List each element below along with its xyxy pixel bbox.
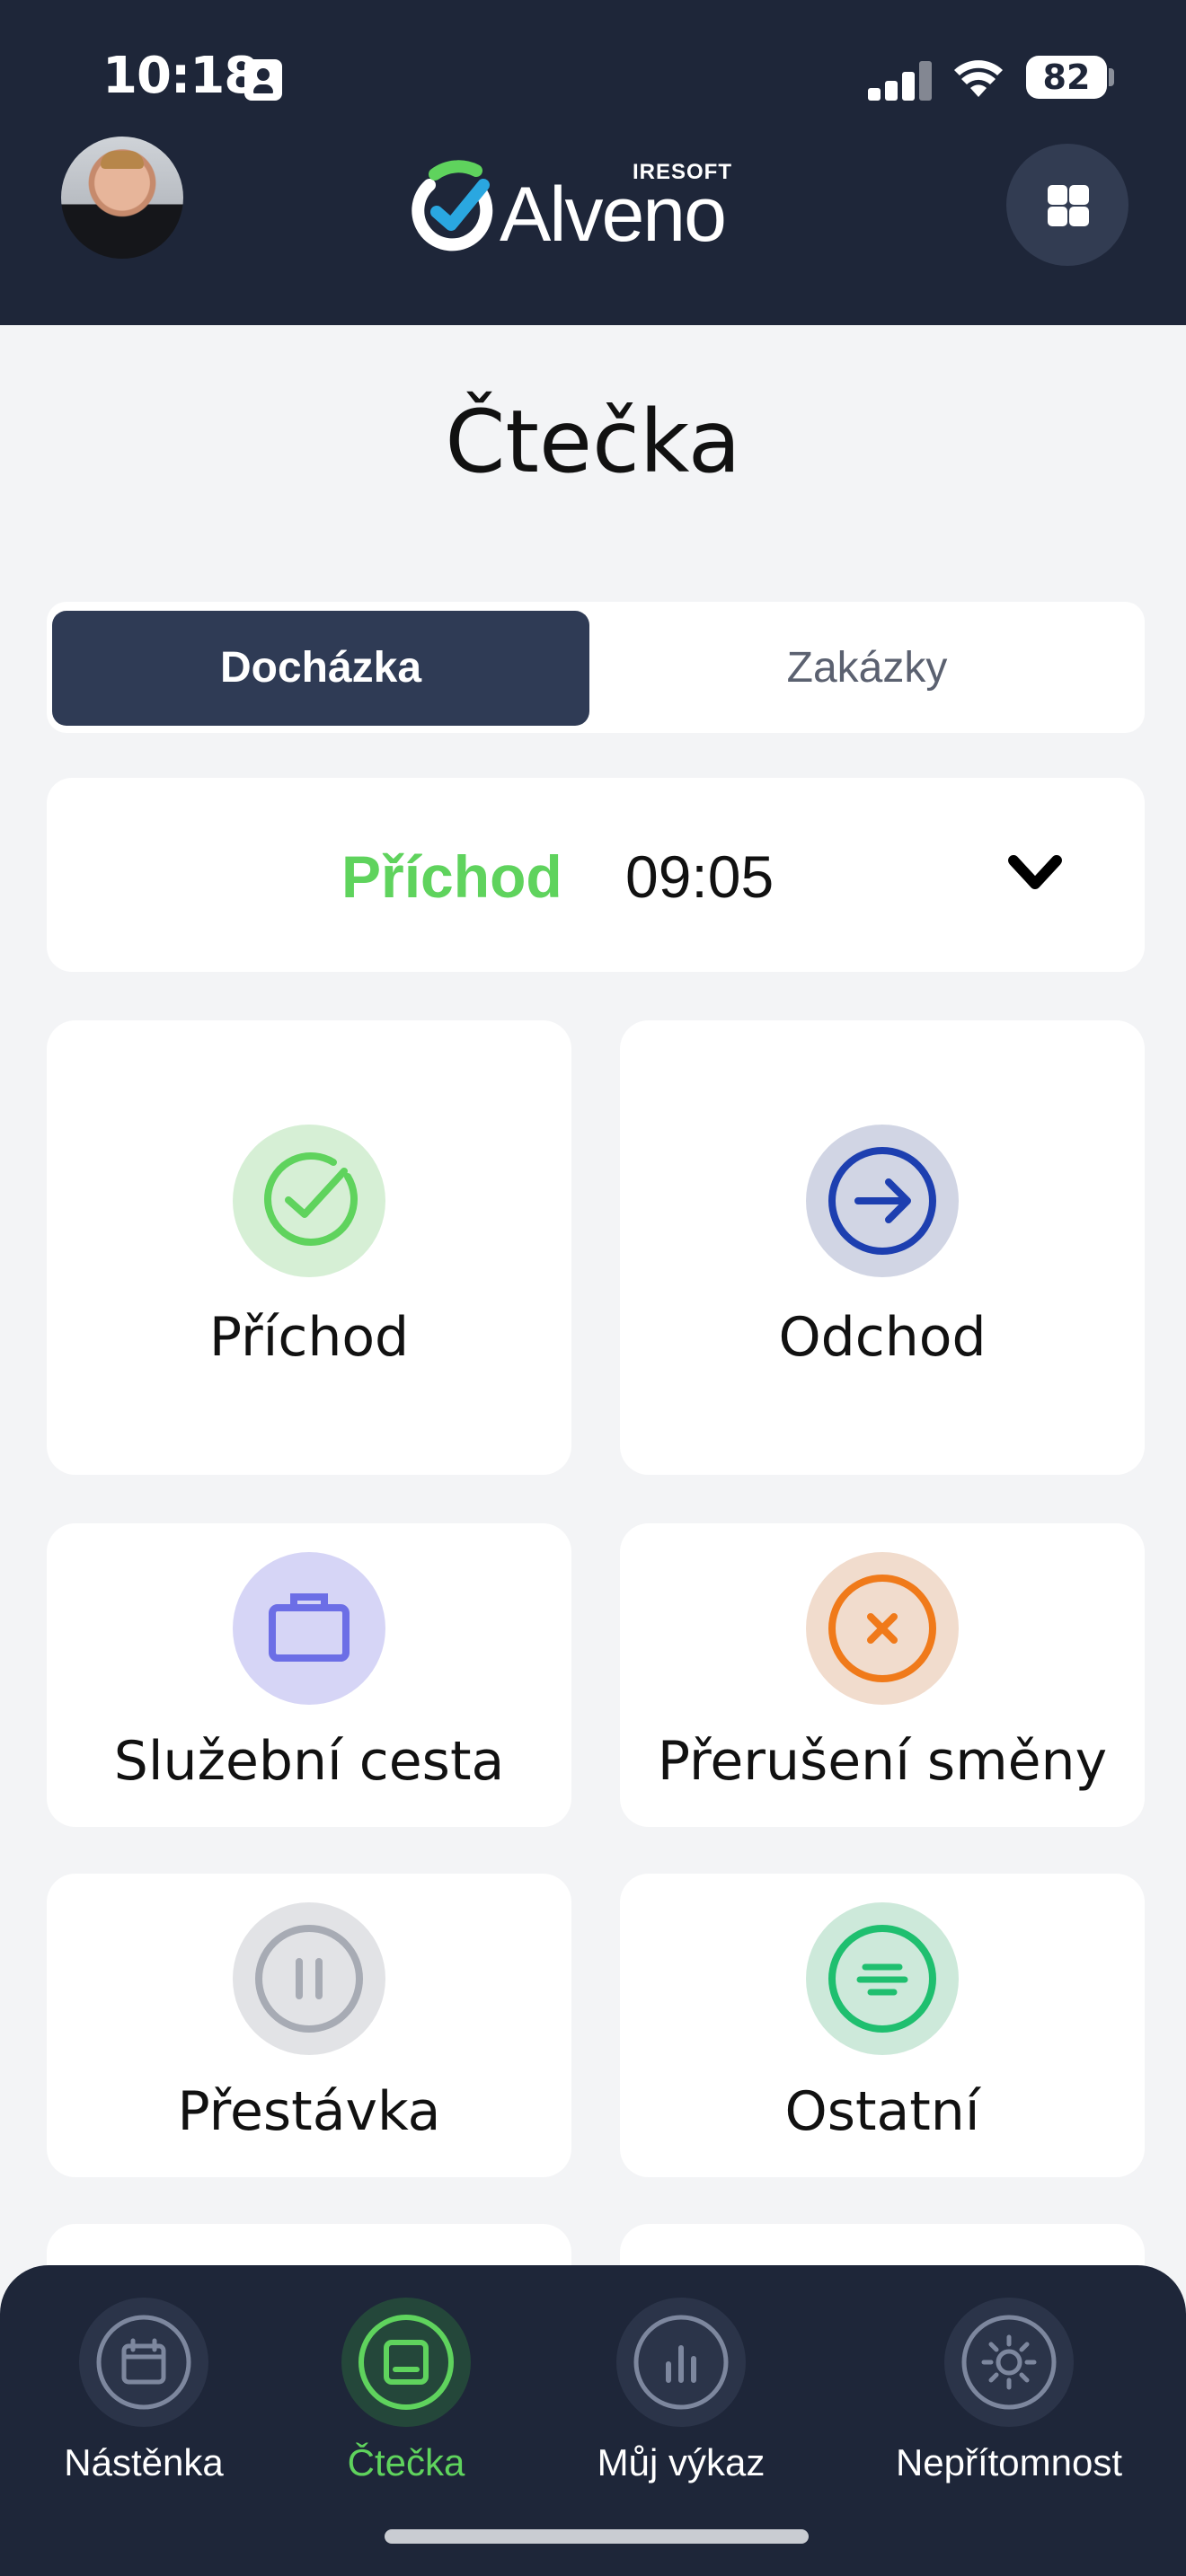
grid-icon-cell bbox=[1069, 185, 1089, 205]
chart-icon bbox=[616, 2298, 746, 2427]
action-card-preruseni-smeny[interactable]: Přerušení směny bbox=[620, 1523, 1145, 1827]
app-header: 10:18 82 IRESOFT Alveno bbox=[0, 0, 1186, 325]
calendar-icon bbox=[79, 2298, 208, 2427]
action-label: Přestávka bbox=[177, 2080, 441, 2143]
pause-icon bbox=[233, 1902, 385, 2055]
tab-bar: Docházka Zakázky bbox=[47, 602, 1145, 733]
reader-icon-svg bbox=[358, 2315, 454, 2410]
apps-menu-button[interactable] bbox=[1006, 144, 1128, 266]
arrow-right-icon bbox=[806, 1125, 959, 1277]
status-time: 10:18 bbox=[102, 47, 259, 105]
check-icon bbox=[233, 1125, 385, 1277]
action-card-sluzebni-cesta[interactable]: Služební cesta bbox=[47, 1523, 571, 1827]
action-card-prestavka[interactable]: Přestávka bbox=[47, 1874, 571, 2177]
status-bar: 10:18 82 bbox=[0, 0, 1186, 135]
action-card-ostatni[interactable]: Ostatní bbox=[620, 1874, 1145, 2177]
close-icon-svg bbox=[828, 1575, 936, 1682]
nav-nastenka[interactable]: Nástěnka bbox=[52, 2298, 235, 2484]
action-label: Ostatní bbox=[784, 2080, 980, 2143]
tab-dochazka[interactable]: Docházka bbox=[52, 611, 589, 726]
page-title: Čtečka bbox=[445, 392, 741, 492]
check-icon-svg bbox=[264, 1152, 358, 1246]
lines-icon bbox=[806, 1902, 959, 2055]
pause-icon-svg bbox=[255, 1925, 363, 2033]
home-indicator[interactable] bbox=[385, 2529, 809, 2544]
briefcase-icon-svg bbox=[269, 1593, 350, 1662]
grid-icon bbox=[1048, 185, 1067, 205]
battery-cap bbox=[1109, 68, 1114, 86]
chart-icon-svg bbox=[633, 2315, 729, 2410]
reader-icon bbox=[341, 2298, 471, 2427]
alveno-logo-icon bbox=[412, 160, 493, 251]
sun-icon-svg bbox=[961, 2315, 1057, 2410]
current-status-time: 09:05 bbox=[625, 843, 774, 910]
current-status-label: Příchod bbox=[341, 843, 562, 910]
wifi-icon bbox=[954, 60, 1003, 97]
chevron-down-icon[interactable] bbox=[1008, 848, 1062, 898]
logo-brand: Alveno bbox=[500, 172, 727, 258]
nav-nepritomnost[interactable]: Nepřítomnost bbox=[877, 2298, 1141, 2484]
action-label: Služební cesta bbox=[113, 1730, 505, 1793]
app-logo: IRESOFT Alveno bbox=[406, 156, 766, 258]
action-label: Přerušení směny bbox=[657, 1730, 1108, 1793]
tab-zakazky[interactable]: Zakázky bbox=[595, 611, 1139, 726]
action-card-odchod[interactable]: Odchod bbox=[620, 1020, 1145, 1475]
cellular-signal-icon bbox=[868, 61, 933, 101]
briefcase-icon bbox=[233, 1552, 385, 1705]
nav-ctecka[interactable]: Čtečka bbox=[314, 2298, 498, 2484]
action-card-prichod[interactable]: Příchod bbox=[47, 1020, 571, 1475]
arrow-right-icon-svg bbox=[828, 1147, 936, 1255]
sun-icon bbox=[944, 2298, 1074, 2427]
grid-icon-cell bbox=[1048, 207, 1067, 226]
grid-icon-cell bbox=[1069, 207, 1089, 226]
user-avatar[interactable] bbox=[61, 137, 183, 259]
battery-indicator: 82 bbox=[1026, 56, 1107, 99]
action-label: Odchod bbox=[778, 1306, 987, 1369]
close-icon bbox=[806, 1552, 959, 1705]
calendar-icon-svg bbox=[96, 2315, 191, 2410]
nav-muj-vykaz[interactable]: Můj výkaz bbox=[589, 2298, 773, 2484]
nav-label: Nepřítomnost bbox=[895, 2441, 1123, 2483]
nav-label: Můj výkaz bbox=[597, 2441, 766, 2483]
lines-icon-svg bbox=[828, 1925, 936, 2033]
action-label: Příchod bbox=[208, 1306, 410, 1369]
current-status-dropdown[interactable]: Příchod 09:05 bbox=[47, 778, 1145, 972]
nav-label: Nástěnka bbox=[64, 2441, 224, 2483]
nav-label: Čtečka bbox=[347, 2441, 465, 2483]
contact-card-icon bbox=[244, 59, 282, 101]
